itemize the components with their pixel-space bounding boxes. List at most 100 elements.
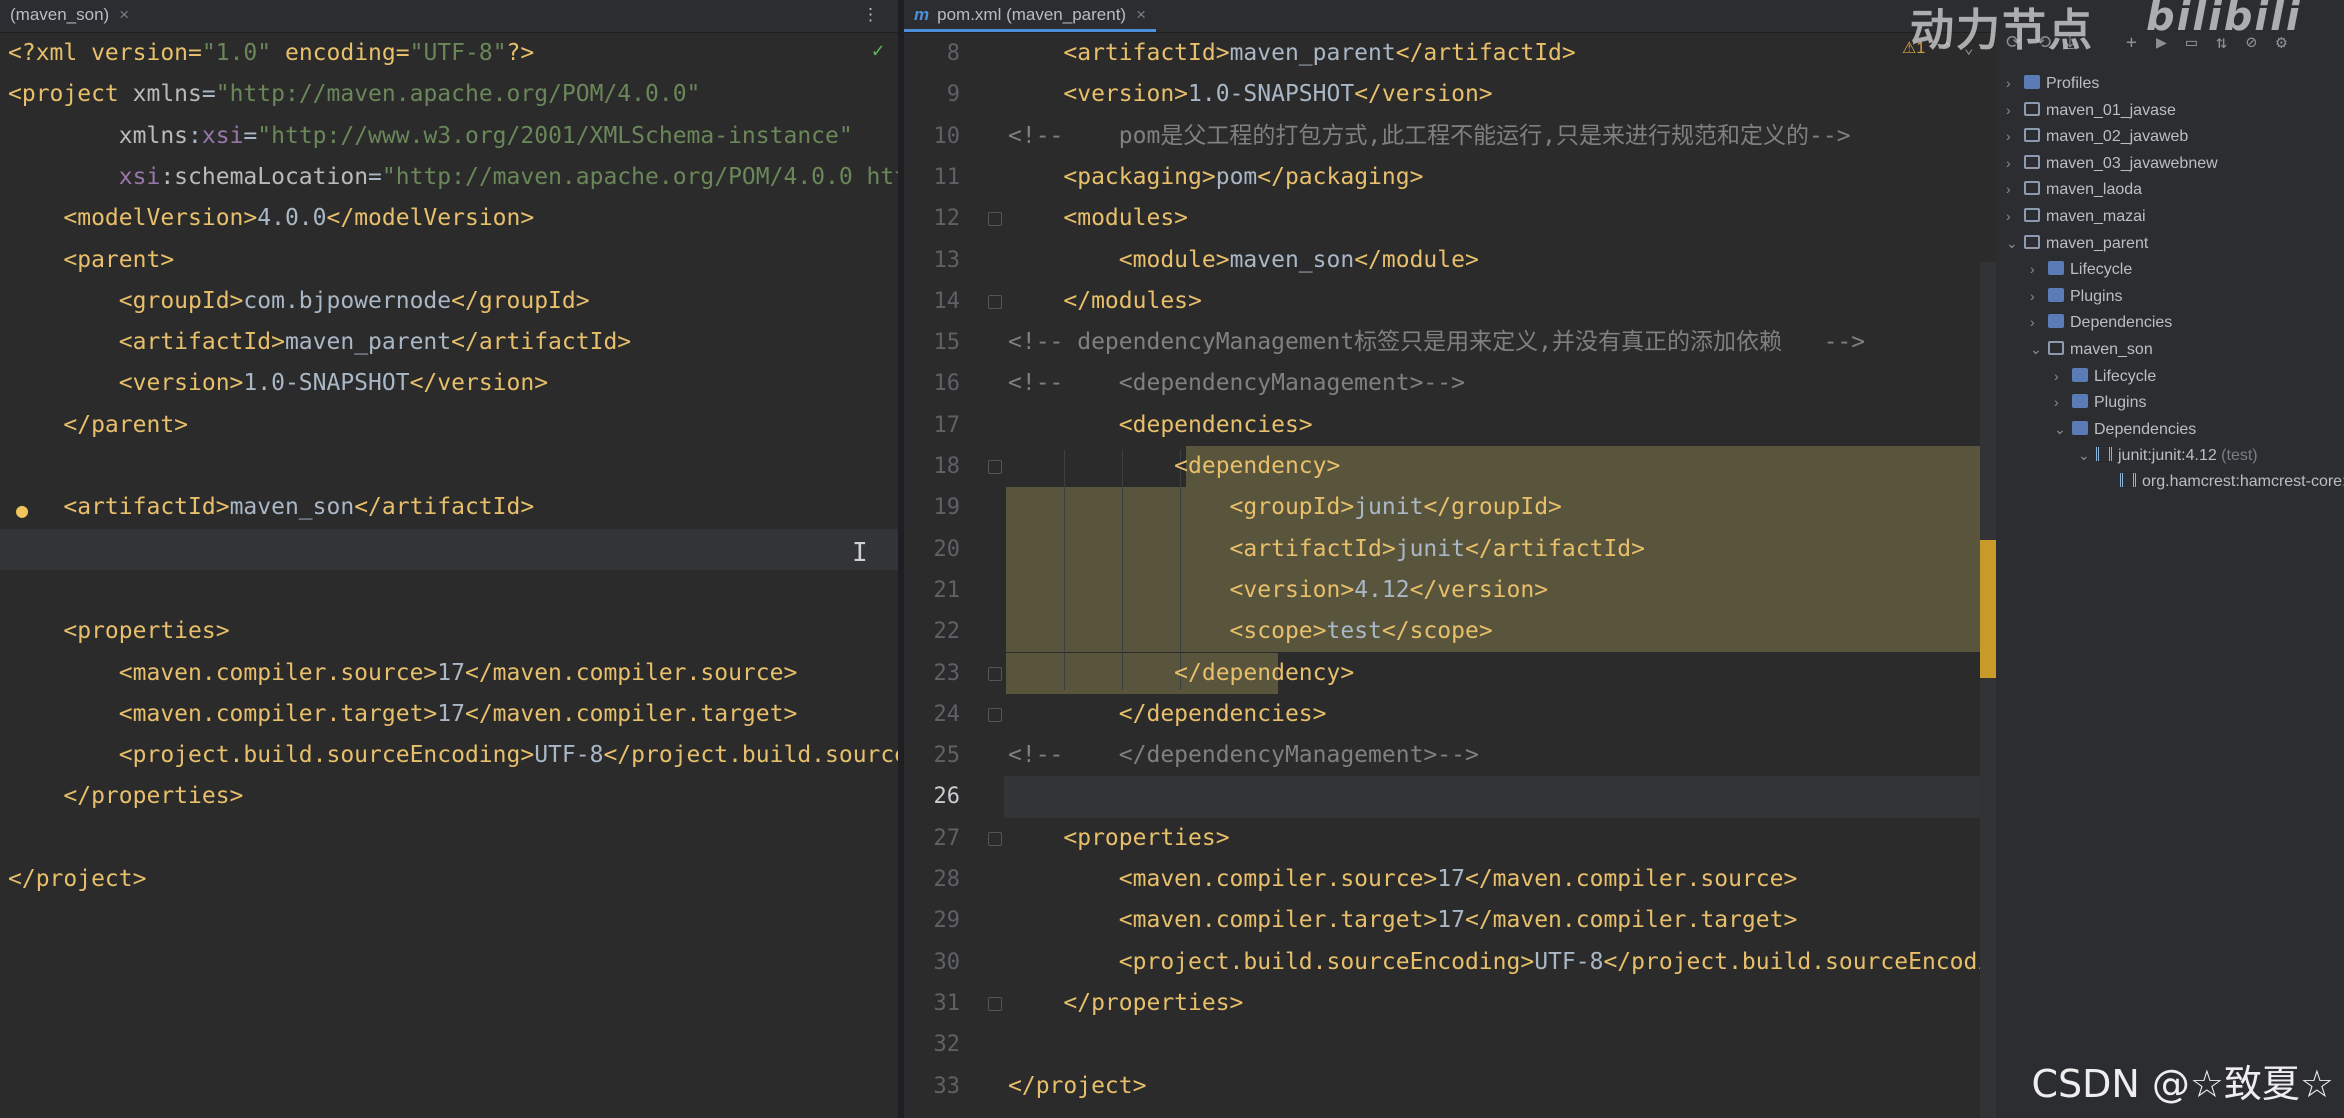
maven-tree-item[interactable]: › maven_02_javaweb bbox=[2006, 123, 2188, 149]
chevron-right-icon[interactable]: › bbox=[2006, 203, 2024, 229]
code-line[interactable]: <maven.compiler.target>17</maven.compile… bbox=[0, 694, 898, 735]
code-line[interactable]: <dependency> bbox=[904, 446, 1996, 487]
close-icon[interactable]: × bbox=[1136, 5, 1146, 24]
code-line[interactable]: <?xml version="1.0" encoding="UTF-8"?> bbox=[0, 33, 898, 74]
code-line[interactable]: <project xmlns="http://maven.apache.org/… bbox=[0, 74, 898, 115]
scrollbar-thumb[interactable] bbox=[1980, 540, 1996, 678]
code-token: <parent> bbox=[8, 246, 175, 273]
left-code-area[interactable]: <?xml version="1.0" encoding="UTF-8"?> <p… bbox=[0, 33, 898, 1118]
code-line[interactable]: <version>1.0-SNAPSHOT</version> bbox=[0, 363, 898, 404]
lightbulb-icon[interactable]: ● bbox=[16, 498, 28, 522]
code-token: </maven.compiler.target> bbox=[1464, 907, 1798, 934]
code-line[interactable]: xsi:schemaLocation="http://maven.apache.… bbox=[0, 157, 898, 198]
chevron-right-icon[interactable]: › bbox=[2030, 283, 2048, 309]
code-line[interactable]: <artifactId>maven_parent</artifactId> bbox=[904, 33, 1996, 74]
code-line[interactable] bbox=[0, 818, 898, 859]
code-line[interactable]: <project.build.sourceEncoding>UTF-8</pro… bbox=[0, 735, 898, 776]
code-line[interactable]: <maven.compiler.source>17</maven.compile… bbox=[904, 859, 1996, 900]
tab-maven-son-pom[interactable]: (maven_son) × bbox=[0, 0, 139, 32]
code-line[interactable]: </parent> bbox=[0, 405, 898, 446]
chevron-right-icon[interactable]: › bbox=[2030, 256, 2048, 282]
code-line[interactable]: <module>maven_son</module> bbox=[904, 240, 1996, 281]
code-line[interactable]: <modules> bbox=[904, 198, 1996, 239]
maven-tree-item[interactable]: › maven_laoda bbox=[2006, 176, 2142, 202]
maven-tree-item[interactable]: › Plugins bbox=[2054, 389, 2146, 415]
maven-tree-item[interactable]: › Profiles bbox=[2006, 70, 2099, 96]
code-line[interactable]: <!-- dependencyManagement标签只是用来定义,并没有真正的… bbox=[904, 322, 1996, 363]
chevron-down-icon[interactable]: ⌄ bbox=[2078, 442, 2096, 468]
code-line[interactable]: </properties> bbox=[904, 983, 1996, 1024]
module-icon bbox=[2024, 154, 2040, 169]
maven-file-icon: m bbox=[914, 5, 930, 24]
code-line[interactable] bbox=[0, 528, 898, 570]
code-line[interactable]: <groupId>junit</groupId> bbox=[904, 487, 1996, 528]
code-line[interactable]: </project> bbox=[904, 1066, 1996, 1107]
code-line[interactable]: </properties> bbox=[0, 776, 898, 817]
chevron-down-icon[interactable]: ⌄ bbox=[2054, 416, 2072, 442]
code-token: junit bbox=[1354, 494, 1424, 521]
chevron-right-icon[interactable]: › bbox=[2006, 176, 2024, 202]
more-vertical-icon[interactable]: ⋮ bbox=[862, 0, 879, 32]
code-line[interactable] bbox=[904, 776, 1996, 817]
maven-tree-item[interactable]: › Dependencies bbox=[2030, 309, 2172, 335]
code-token: <properties> bbox=[1008, 824, 1230, 851]
chevron-right-icon[interactable]: › bbox=[2030, 309, 2048, 335]
code-token: <!-- dependencyManagement标签只是用来定义,并没有真正的… bbox=[1008, 329, 1866, 356]
chevron-down-icon[interactable]: ⌄ bbox=[2030, 336, 2048, 362]
chevron-right-icon[interactable]: › bbox=[2054, 363, 2072, 389]
maven-tree-item[interactable]: ⌄ Dependencies bbox=[2054, 416, 2196, 442]
code-line[interactable]: <project.build.sourceEncoding>UTF-8</pro… bbox=[904, 942, 1996, 983]
maven-tree-item[interactable]: ⌄ junit:junit:4.12 (test) bbox=[2078, 442, 2258, 468]
tab-title: (maven_son) bbox=[10, 5, 110, 24]
code-line[interactable]: </dependency> bbox=[904, 653, 1996, 694]
code-line[interactable]: <version>1.0-SNAPSHOT</version> bbox=[904, 74, 1996, 115]
code-line[interactable]: <!-- </dependencyManagement>--> bbox=[904, 735, 1996, 776]
code-line[interactable]: <dependencies> bbox=[904, 405, 1996, 446]
maven-tree-item[interactable]: › maven_mazai bbox=[2006, 203, 2146, 229]
code-line[interactable]: </dependencies> bbox=[904, 694, 1996, 735]
code-line[interactable] bbox=[0, 446, 898, 487]
code-line[interactable]: <scope>test</scope> bbox=[904, 611, 1996, 652]
maven-tree-item[interactable]: ⌄ maven_son bbox=[2030, 336, 2153, 362]
code-line[interactable]: xmlns:xsi="http://www.w3.org/2001/XMLSch… bbox=[0, 116, 898, 157]
code-line[interactable]: <modelVersion>4.0.0</modelVersion> bbox=[0, 198, 898, 239]
code-token: com.bjpowernode bbox=[243, 287, 452, 314]
code-line[interactable] bbox=[904, 1024, 1996, 1065]
maven-tree-item[interactable]: org.hamcrest:hamcrest-core:1.3 bbox=[2102, 469, 2344, 495]
code-token: <version> bbox=[1008, 81, 1189, 108]
maven-tree-item[interactable]: › Lifecycle bbox=[2030, 256, 2132, 282]
chevron-right-icon[interactable]: › bbox=[2006, 97, 2024, 123]
chevron-right-icon[interactable]: › bbox=[2006, 70, 2024, 96]
code-line[interactable]: <packaging>pom</packaging> bbox=[904, 157, 1996, 198]
code-line[interactable]: <properties> bbox=[904, 818, 1996, 859]
code-line[interactable]: <artifactId>maven_son</artifactId> bbox=[0, 487, 898, 528]
code-line[interactable]: <parent> bbox=[0, 240, 898, 281]
close-icon[interactable]: × bbox=[119, 5, 129, 24]
chevron-right-icon[interactable]: › bbox=[2054, 389, 2072, 415]
code-line[interactable]: <!-- pom是父工程的打包方式,此工程不能运行,只是来进行规范和定义的--> bbox=[904, 116, 1996, 157]
code-line[interactable]: <!-- <dependencyManagement>--> bbox=[904, 363, 1996, 404]
maven-tree-item[interactable]: › Plugins bbox=[2030, 283, 2122, 309]
maven-tree-item[interactable]: › Lifecycle bbox=[2054, 363, 2156, 389]
add-icon[interactable]: + bbox=[2126, 32, 2137, 53]
code-line[interactable]: <version>4.12</version> bbox=[904, 570, 1996, 611]
right-code-area[interactable]: <artifactId>maven_parent</artifactId> <v… bbox=[904, 33, 1996, 1118]
maven-tree-item[interactable]: › maven_03_javawebnew bbox=[2006, 150, 2218, 176]
maven-tree-item[interactable]: ⌄ maven_parent bbox=[2006, 230, 2148, 256]
code-line[interactable]: </modules> bbox=[904, 281, 1996, 322]
code-line[interactable]: <artifactId>junit</artifactId> bbox=[904, 529, 1996, 570]
chevron-down-icon[interactable]: ⌄ bbox=[2006, 230, 2024, 256]
code-token: :schemaLocation bbox=[160, 163, 369, 190]
code-line[interactable]: <groupId>com.bjpowernode</groupId> bbox=[0, 281, 898, 322]
tab-maven-parent-pom[interactable]: m pom.xml (maven_parent) × bbox=[904, 0, 1157, 32]
maven-tree-item[interactable]: › maven_01_javase bbox=[2006, 97, 2176, 123]
code-line[interactable]: <properties> bbox=[0, 611, 898, 652]
scrollbar-track[interactable] bbox=[1980, 262, 1996, 1118]
code-line[interactable]: </project> bbox=[0, 859, 898, 900]
code-line[interactable]: <maven.compiler.source>17</maven.compile… bbox=[0, 653, 898, 694]
chevron-right-icon[interactable]: › bbox=[2006, 150, 2024, 176]
chevron-right-icon[interactable]: › bbox=[2006, 123, 2024, 149]
code-line[interactable]: <maven.compiler.target>17</maven.compile… bbox=[904, 900, 1996, 941]
code-line[interactable] bbox=[0, 570, 898, 611]
code-line[interactable]: <artifactId>maven_parent</artifactId> bbox=[0, 322, 898, 363]
